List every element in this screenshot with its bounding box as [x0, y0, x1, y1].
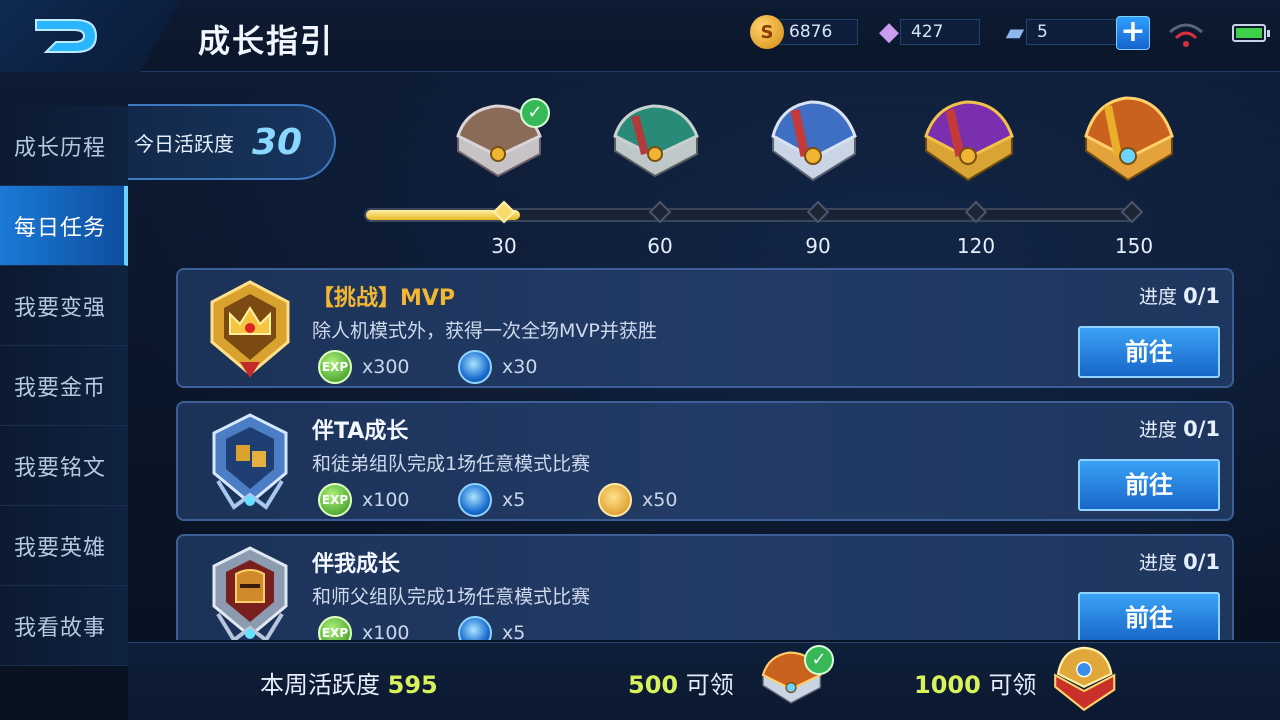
task-progress: 进度 0/1 [1139, 548, 1220, 575]
reward-amount: x300 [362, 356, 410, 378]
gold-coin-value: 6876 [778, 19, 858, 45]
reward-item: x5 [458, 616, 525, 640]
gold-chest-icon[interactable] [1078, 96, 1178, 196]
reward-item: EXP x100 [318, 616, 410, 640]
weekly-activity: 本周活跃度 595 [260, 665, 438, 700]
page-title: 成长指引 [198, 22, 335, 60]
blue-chest-icon[interactable] [763, 96, 863, 196]
task-description: 和徒弟组队完成1场任意模式比赛 [312, 453, 591, 475]
gold-coin-icon: S [750, 15, 784, 49]
voucher-card-icon: ▰ [1005, 18, 1025, 46]
weekly-activity-value: 595 [387, 671, 438, 699]
reward-threshold: 500 [628, 671, 679, 699]
claimed-check-icon: ✓ [520, 98, 550, 128]
purple-chest-icon[interactable] [918, 96, 1018, 196]
daily-activity-badge: 今日活跃度 30 [128, 104, 336, 180]
sidebar-item-get-gold[interactable]: 我要金币 [0, 346, 128, 426]
task-description: 除人机模式外，获得一次全场MVP并获胜 [312, 320, 657, 342]
task-progress: 进度 0/1 [1139, 282, 1220, 309]
add-currency-button[interactable]: + [1116, 16, 1150, 50]
sidebar-item-growth-history[interactable]: 成长历程 [0, 106, 128, 186]
progress-label: 进度 [1139, 286, 1178, 308]
helmet-emblem-icon [212, 546, 288, 640]
blue-orb-icon [458, 350, 492, 384]
shield-emblem-icon [212, 413, 288, 510]
gold-coin-counter: S 6876 [750, 15, 858, 49]
go-button[interactable]: 前往 [1078, 326, 1220, 378]
green-chest-icon[interactable] [605, 96, 705, 196]
weekly-activity-label: 本周活跃度 [260, 671, 380, 699]
reward-threshold: 1000 [914, 671, 981, 699]
sidebar-item-get-inscriptions[interactable]: 我要铭文 [0, 426, 128, 506]
diamond-counter: ◆ 427 [872, 17, 980, 47]
wifi-icon [1169, 23, 1203, 47]
task-card: 伴TA成长 和徒弟组队完成1场任意模式比赛 EXP x100 x5 x50 进度… [176, 401, 1234, 521]
blue-orb-icon [458, 616, 492, 640]
progress-label: 进度 [1139, 419, 1178, 441]
reward-claim-label: 可领 [685, 671, 734, 699]
top-bar: 成长指引 S 6876 ◆ 427 ▰ 5 + [0, 0, 1280, 72]
weekly-reward-1000: 1000 可领 [914, 665, 1036, 700]
reward-item: x50 [598, 483, 677, 517]
go-button[interactable]: 前往 [1078, 459, 1220, 511]
reward-item: x30 [458, 350, 537, 384]
exp-icon: EXP [318, 616, 352, 640]
milestone-label: 60 [647, 234, 673, 258]
reward-item: EXP x100 [318, 483, 410, 517]
reward-amount: x100 [362, 622, 410, 640]
back-button[interactable] [0, 0, 180, 72]
go-button[interactable]: 前往 [1078, 592, 1220, 640]
reward-amount: x100 [362, 489, 410, 511]
claimed-check-icon: ✓ [804, 645, 834, 675]
reward-claim-label: 可领 [988, 671, 1037, 699]
task-title: 伴TA成长 [312, 419, 409, 444]
exp-icon: EXP [318, 350, 352, 384]
daily-activity-label: 今日活跃度 [134, 131, 234, 156]
task-progress: 进度 0/1 [1139, 415, 1220, 442]
task-card: 伴我成长 和师父组队完成1场任意模式比赛 EXP x100 x5 进度 0/1 … [176, 534, 1234, 640]
task-description: 和师父组队完成1场任意模式比赛 [312, 586, 591, 608]
reward-item: x5 [458, 483, 525, 517]
progress-value: 0/1 [1183, 284, 1220, 308]
back-arrow-icon [35, 19, 98, 53]
sidebar-item-get-stronger[interactable]: 我要变强 [0, 266, 128, 346]
task-card: 【挑战】MVP 除人机模式外，获得一次全场MVP并获胜 EXP x300 x30… [176, 268, 1234, 388]
daily-activity-value: 30 [252, 121, 303, 163]
milestone-label: 150 [1114, 234, 1154, 258]
diamond-value: 427 [900, 19, 980, 45]
sidebar: 成长历程 每日任务 我要变强 我要金币 我要铭文 我要英雄 我看故事 [0, 106, 128, 720]
sidebar-item-stories[interactable]: 我看故事 [0, 586, 128, 666]
task-list[interactable]: 【挑战】MVP 除人机模式外，获得一次全场MVP并获胜 EXP x300 x30… [176, 268, 1234, 640]
sidebar-item-get-heroes[interactable]: 我要英雄 [0, 506, 128, 586]
reward-amount: x50 [642, 489, 678, 511]
milestone-label: 120 [956, 234, 996, 258]
sidebar-item-daily-tasks[interactable]: 每日任务 [0, 186, 128, 266]
task-title: 【挑战】MVP [312, 286, 456, 311]
progress-label: 进度 [1139, 552, 1178, 574]
diamond-icon: ◆ [879, 17, 899, 47]
progress-value: 0/1 [1183, 550, 1220, 574]
milestone-label: 30 [491, 234, 517, 258]
exp-icon: EXP [318, 483, 352, 517]
reward-amount: x5 [502, 489, 526, 511]
gold-medal-icon [598, 483, 632, 517]
progress-value: 0/1 [1183, 417, 1220, 441]
weekly-grand-chest-icon[interactable] [1046, 645, 1122, 717]
weekly-activity-bar: 本周活跃度 595 500 可领 ✓ 1000 可领 [128, 642, 1280, 720]
crown-emblem-icon [210, 280, 290, 378]
activity-progress-track [364, 208, 1136, 222]
task-title: 伴我成长 [312, 552, 401, 577]
reward-item: EXP x300 [318, 350, 410, 384]
blue-orb-icon [458, 483, 492, 517]
battery-icon [1232, 24, 1270, 42]
milestone-label: 90 [805, 234, 831, 258]
reward-amount: x5 [502, 622, 526, 640]
reward-amount: x30 [502, 356, 538, 378]
weekly-reward-500: 500 可领 [628, 665, 734, 700]
